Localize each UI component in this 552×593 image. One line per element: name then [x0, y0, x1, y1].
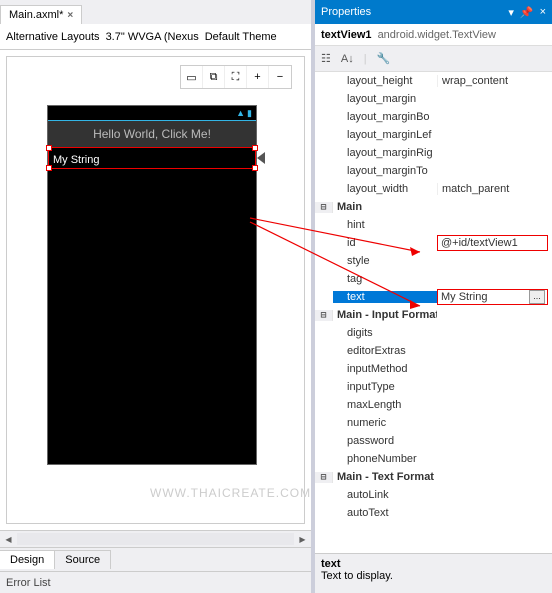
zoom-out-icon[interactable]: −: [269, 66, 291, 88]
design-surface[interactable]: ▭ ⧉ ⛶ + − ▲ ▮ Hello World, Click Me! My …: [0, 50, 311, 530]
prop-layout-margin[interactable]: layout_margin: [333, 93, 437, 105]
horizontal-scrollbar[interactable]: ◀ ▶: [0, 530, 311, 547]
prop-text[interactable]: text: [333, 291, 437, 303]
prop-hint[interactable]: hint: [333, 219, 437, 231]
battery-icon: ▮: [247, 108, 252, 119]
selected-textview-text: My String: [53, 154, 99, 166]
category-main-input[interactable]: Main - Input Format: [333, 309, 437, 321]
tab-design[interactable]: Design: [0, 550, 55, 569]
collapse-icon[interactable]: ⊟: [315, 472, 333, 483]
prop-id-value[interactable]: @+id/textView1: [437, 235, 548, 251]
zoom-in-icon[interactable]: +: [247, 66, 269, 88]
device-frame: ▲ ▮ Hello World, Click Me! My String: [47, 105, 257, 465]
resize-handle-tr[interactable]: [252, 145, 258, 151]
wifi-icon: ▲: [236, 108, 245, 118]
close-icon[interactable]: ×: [67, 10, 73, 21]
object-name: textView1: [321, 29, 372, 41]
desc-name: text: [321, 558, 341, 570]
category-main-text[interactable]: Main - Text Format: [333, 471, 437, 483]
view-tabs: Design Source: [0, 547, 311, 571]
hello-button[interactable]: Hello World, Click Me!: [48, 121, 256, 147]
scroll-left-icon[interactable]: ◀: [0, 535, 17, 544]
dropdown-icon[interactable]: ▾: [508, 6, 514, 19]
prop-layout-margintop[interactable]: layout_marginTo: [333, 165, 437, 177]
prop-numeric[interactable]: numeric: [333, 417, 437, 429]
ellipsis-button[interactable]: ...: [529, 290, 545, 304]
prop-inputmethod[interactable]: inputMethod: [333, 363, 437, 375]
zoom-toolbar: ▭ ⧉ ⛶ + −: [180, 65, 292, 89]
prop-autotext[interactable]: autoText: [333, 507, 437, 519]
prop-password[interactable]: password: [333, 435, 437, 447]
resize-handle-bl[interactable]: [46, 165, 52, 171]
actual-size-icon[interactable]: ⧉: [203, 66, 225, 88]
object-type: android.widget.TextView: [378, 29, 496, 41]
prop-layout-height[interactable]: layout_height: [333, 75, 437, 87]
fit-icon[interactable]: ▭: [181, 66, 203, 88]
device-dropdown[interactable]: 3.7" WVGA (Nexus: [106, 31, 199, 43]
prop-style[interactable]: style: [333, 255, 437, 267]
prop-maxlength[interactable]: maxLength: [333, 399, 437, 411]
resize-handle-br[interactable]: [252, 165, 258, 171]
selection-indicator-icon: [257, 152, 265, 164]
properties-header: Properties ▾ 📌 ×: [315, 0, 552, 24]
tab-label: Main.axml*: [9, 9, 63, 21]
prop-layout-marginbottom[interactable]: layout_marginBo: [333, 111, 437, 123]
categorized-icon[interactable]: ☷: [321, 52, 331, 65]
selected-textview[interactable]: My String: [48, 147, 256, 169]
prop-editorextras[interactable]: editorExtras: [333, 345, 437, 357]
designer-toolbar: Alternative Layouts 3.7" WVGA (Nexus Def…: [0, 24, 311, 50]
prop-phonenumber[interactable]: phoneNumber: [333, 453, 437, 465]
properties-title: Properties: [321, 6, 371, 18]
alt-layouts-dropdown[interactable]: Alternative Layouts: [6, 31, 100, 43]
resize-handle-tl[interactable]: [46, 145, 52, 151]
fullscreen-icon[interactable]: ⛶: [225, 66, 247, 88]
prop-id[interactable]: id: [333, 237, 437, 249]
prop-layout-marginright[interactable]: layout_marginRig: [333, 147, 437, 159]
selected-object-row[interactable]: textView1 android.widget.TextView: [315, 24, 552, 46]
editor-tabstrip: Main.axml* ×: [0, 0, 311, 24]
scroll-right-icon[interactable]: ▶: [294, 535, 311, 544]
desc-text: Text to display.: [321, 570, 393, 582]
prop-inputtype[interactable]: inputType: [333, 381, 437, 393]
prop-layout-width-value[interactable]: match_parent: [437, 183, 552, 195]
tab-source[interactable]: Source: [55, 550, 111, 569]
properties-toolbar: ☷ A↓ | 🔧: [315, 46, 552, 72]
collapse-icon[interactable]: ⊟: [315, 202, 333, 213]
file-tab-main[interactable]: Main.axml* ×: [0, 5, 82, 24]
property-pages-icon[interactable]: 🔧: [377, 52, 391, 65]
prop-layout-width[interactable]: layout_width: [333, 183, 437, 195]
design-canvas: ▭ ⧉ ⛶ + − ▲ ▮ Hello World, Click Me! My …: [6, 56, 305, 524]
prop-autolink[interactable]: autoLink: [333, 489, 437, 501]
prop-tag[interactable]: tag: [333, 273, 437, 285]
prop-layout-height-value[interactable]: wrap_content: [437, 75, 552, 87]
prop-layout-marginleft[interactable]: layout_marginLef: [333, 129, 437, 141]
prop-text-value[interactable]: My String...: [437, 289, 548, 305]
error-list-panel[interactable]: Error List: [0, 571, 311, 593]
close-panel-icon[interactable]: ×: [540, 6, 546, 19]
error-list-label: Error List: [6, 577, 51, 589]
category-main[interactable]: Main: [333, 201, 437, 213]
pin-icon[interactable]: 📌: [520, 6, 534, 19]
android-statusbar: ▲ ▮: [48, 106, 256, 120]
collapse-icon[interactable]: ⊟: [315, 310, 333, 321]
property-grid[interactable]: layout_heightwrap_content layout_margin …: [315, 72, 552, 553]
theme-dropdown[interactable]: Default Theme: [205, 31, 277, 43]
scroll-track[interactable]: [17, 533, 294, 545]
alphabetical-icon[interactable]: A↓: [341, 53, 354, 65]
prop-digits[interactable]: digits: [333, 327, 437, 339]
property-description: text Text to display.: [315, 553, 552, 593]
